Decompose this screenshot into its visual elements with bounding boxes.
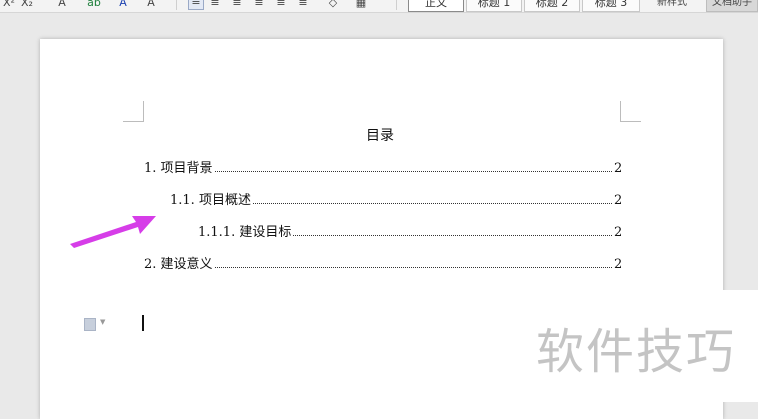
toc-page-number: 2 <box>614 193 623 208</box>
font-color-button[interactable]: A <box>116 0 130 10</box>
align-center-icon[interactable]: ≡ <box>208 0 222 10</box>
subscript-button[interactable]: X₂ <box>20 0 34 10</box>
shading-icon[interactable]: ◇ <box>326 0 340 10</box>
superscript-button[interactable]: X² <box>2 0 16 10</box>
toc-entry-1[interactable]: 1. 项目背景 2 <box>144 157 623 176</box>
toc-entry-1-1-1[interactable]: 1.1.1. 建设目标 2 <box>198 221 623 240</box>
text-cursor <box>142 315 144 331</box>
style-heading-2[interactable]: 标题 2 <box>524 0 580 12</box>
toc-title: 目录 <box>366 128 394 144</box>
toc-leader <box>252 191 612 204</box>
new-style-button[interactable]: 新样式 <box>650 0 694 10</box>
align-left-icon[interactable]: ≡ <box>188 0 204 10</box>
style-heading-1[interactable]: 标题 1 <box>466 0 522 12</box>
line-spacing-icon[interactable]: ≡ <box>296 0 310 10</box>
paragraph-layout-icon[interactable] <box>84 318 96 331</box>
justify-icon[interactable]: ≡ <box>252 0 266 10</box>
ribbon-toolbar: X² X₂ A ab A A ≡ ≡ ≡ ≡ ≡ ≡ ◇ ▦ 正文 标题 1 标… <box>0 0 758 13</box>
char-shading-button[interactable]: A <box>144 0 158 10</box>
toc-page-number: 2 <box>614 257 623 272</box>
document-assistant-button[interactable]: 文档助手 <box>706 0 758 12</box>
toc-page-number: 2 <box>614 161 623 176</box>
font-effect-button[interactable]: A <box>55 0 69 10</box>
toc-leader <box>214 255 612 268</box>
border-icon[interactable]: ▦ <box>354 0 368 10</box>
chevron-down-icon[interactable]: ▼ <box>100 318 105 326</box>
toolbar-divider <box>176 0 177 10</box>
highlight-button[interactable]: ab <box>86 0 102 10</box>
margin-corner-mark <box>620 101 641 122</box>
distribute-icon[interactable]: ≡ <box>274 0 288 10</box>
toc-entry-2[interactable]: 2. 建设意义 2 <box>144 253 623 272</box>
toc-leader <box>214 159 612 172</box>
style-heading-3[interactable]: 标题 3 <box>582 0 640 12</box>
toc-leader <box>293 223 612 236</box>
toc-entry-1-1[interactable]: 1.1. 项目概述 2 <box>170 189 623 208</box>
toolbar-divider <box>396 0 397 10</box>
align-right-icon[interactable]: ≡ <box>230 0 244 10</box>
watermark-text: 软件技巧 <box>536 324 737 380</box>
toc-page-number: 2 <box>614 225 623 240</box>
margin-corner-mark <box>123 101 144 122</box>
style-normal[interactable]: 正文 <box>408 0 464 12</box>
annotation-arrow-icon <box>70 216 156 248</box>
